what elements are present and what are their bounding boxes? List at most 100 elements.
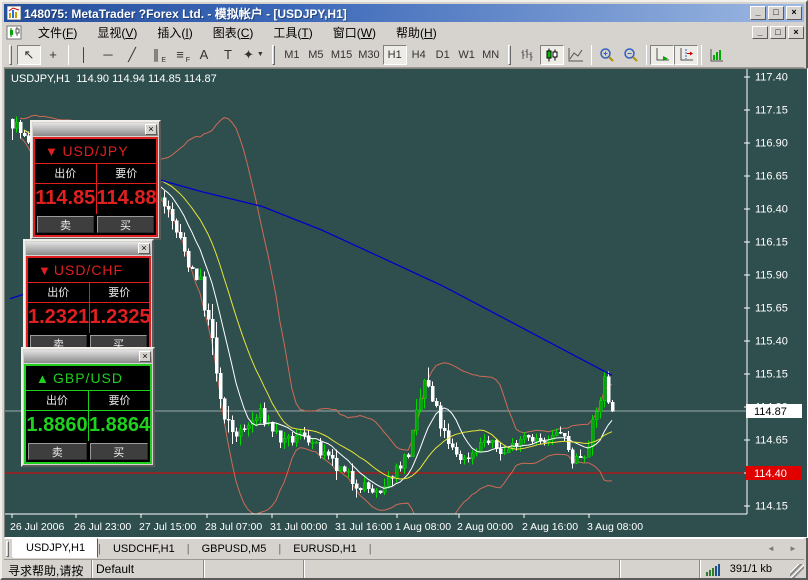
sell-button[interactable]: 卖 — [37, 216, 94, 233]
minimize-button[interactable]: _ — [750, 6, 766, 20]
svg-text:116.65: 116.65 — [755, 171, 788, 183]
toolbar-grip[interactable] — [272, 45, 275, 65]
ask-price: 1.2325 — [89, 303, 150, 333]
zoom-in-icon[interactable] — [595, 45, 619, 65]
quote-pair-label: GBP/USD — [53, 370, 123, 386]
menu-w[interactable]: 窗口(W) — [323, 22, 386, 43]
timeframe-d1-button[interactable]: D1 — [431, 45, 455, 65]
chart-tab-usdchf[interactable]: USDCHF,H1 — [101, 540, 187, 558]
arrows-icon[interactable]: ✦▼ — [240, 45, 267, 65]
crosshair-icon[interactable]: + — [41, 45, 65, 65]
indicators-icon[interactable] — [705, 45, 729, 65]
close-icon[interactable]: × — [145, 124, 157, 135]
horizontal-line-icon[interactable]: ─ — [96, 45, 120, 65]
up-arrow-icon: ▲ — [36, 371, 50, 386]
bid-header: 出价 — [28, 283, 89, 302]
status-profile[interactable]: Default — [92, 560, 204, 578]
application-window: 148075: MetaTrader ?Forex Ltd. - 模拟帐户 - … — [0, 0, 808, 580]
scroll-left-icon[interactable]: ◄ — [762, 542, 780, 557]
menu-h[interactable]: 帮助(H) — [386, 22, 447, 43]
menu-c[interactable]: 图表(C) — [203, 22, 264, 43]
cursor-icon[interactable]: ↖ — [17, 45, 41, 65]
timeframe-mn-button[interactable]: MN — [479, 45, 503, 65]
child-close-button[interactable]: × — [788, 26, 804, 39]
svg-text:28 Jul 07:00: 28 Jul 07:00 — [205, 521, 262, 533]
menu-v[interactable]: 显视(V) — [87, 22, 147, 43]
ask-header: 要价 — [88, 391, 150, 410]
chart-shift-icon[interactable] — [674, 45, 698, 65]
text-label-icon[interactable]: T — [216, 45, 240, 65]
trendline-icon[interactable]: ╱ — [120, 45, 144, 65]
buy-button[interactable]: 买 — [97, 216, 154, 233]
toolbar-grip[interactable] — [9, 45, 12, 65]
menu-t[interactable]: 工具(T) — [263, 22, 322, 43]
ask-price: 1.8864 — [88, 411, 150, 441]
status-connection-area: 391/1 kb — [699, 560, 804, 578]
chart-tab-usdjpy[interactable]: USDJPY,H1 — [13, 538, 98, 558]
down-arrow-icon: ▼ — [45, 144, 59, 159]
svg-text:114.40: 114.40 — [754, 468, 787, 480]
traffic-counter: 391/1 kb — [730, 563, 798, 575]
toolbar-separator — [701, 45, 702, 65]
maximize-button[interactable]: □ — [768, 6, 784, 20]
quote-window-titlebar[interactable]: × — [26, 242, 151, 255]
svg-text:115.15: 115.15 — [755, 369, 788, 381]
status-cell-empty — [304, 560, 620, 578]
auto-scroll-icon[interactable] — [650, 45, 674, 65]
equidistant-channel-icon[interactable]: ∥E — [144, 45, 168, 65]
close-icon[interactable]: × — [139, 351, 151, 362]
svg-text:114.15: 114.15 — [755, 501, 788, 513]
scroll-right-icon[interactable]: ► — [784, 542, 802, 557]
quote-pair-label: USD/CHF — [54, 262, 123, 278]
tabbar-grip[interactable] — [6, 541, 9, 557]
timeframe-m15-button[interactable]: M15 — [328, 45, 355, 65]
ask-header: 要价 — [89, 283, 150, 302]
toolbar-separator — [68, 45, 69, 65]
fibonacci-icon[interactable]: ≡F — [168, 45, 192, 65]
ask-price: 114.88 — [96, 184, 157, 214]
chart-tab-gbpusd[interactable]: GBPUSD,M5 — [190, 540, 279, 558]
timeframe-m5-button[interactable]: M5 — [304, 45, 328, 65]
close-icon[interactable]: × — [138, 243, 150, 254]
quote-window-usdjpy: ×▼USD/JPY出价要价114.85114.88卖买 — [30, 120, 161, 240]
bar-chart-icon[interactable] — [516, 45, 540, 65]
svg-text:114.87: 114.87 — [754, 406, 787, 418]
app-logo-icon — [7, 6, 21, 20]
toolbar-separator — [646, 45, 647, 65]
sell-button[interactable]: 卖 — [28, 443, 87, 460]
candlestick-chart-icon[interactable] — [540, 45, 564, 65]
svg-text:116.15: 116.15 — [755, 237, 788, 249]
line-chart-icon[interactable] — [564, 45, 588, 65]
svg-text:3 Aug 08:00: 3 Aug 08:00 — [587, 521, 643, 533]
resize-grip[interactable] — [790, 564, 804, 578]
timeframe-w1-button[interactable]: W1 — [455, 45, 479, 65]
svg-text:116.40: 116.40 — [755, 204, 788, 216]
bid-price: 1.8860 — [26, 411, 88, 441]
text-icon[interactable]: A — [192, 45, 216, 65]
zoom-out-icon[interactable] — [619, 45, 643, 65]
timeframe-m1-button[interactable]: M1 — [280, 45, 304, 65]
svg-text:115.40: 115.40 — [755, 336, 788, 348]
buy-button[interactable]: 买 — [90, 443, 149, 460]
titlebar: 148075: MetaTrader ?Forex Ltd. - 模拟帐户 - … — [4, 4, 804, 22]
chart-tabbar: USDJPY,H1|USDCHF,H1|GBPUSD,M5|EURUSD,H1|… — [4, 538, 804, 558]
child-minimize-button[interactable]: _ — [752, 26, 768, 39]
quote-window-titlebar[interactable]: × — [33, 123, 158, 136]
toolbar-separator — [591, 45, 592, 65]
svg-text:31 Jul 00:00: 31 Jul 00:00 — [270, 521, 327, 533]
timeframe-h4-button[interactable]: H4 — [407, 45, 431, 65]
timeframe-h1-button[interactable]: H1 — [383, 45, 407, 65]
quote-window-gbpusd: ×▲GBP/USD出价要价1.88601.8864卖买 — [21, 347, 155, 467]
quote-window-titlebar[interactable]: × — [24, 350, 152, 363]
chart-tab-eurusd[interactable]: EURUSD,H1 — [281, 540, 369, 558]
vertical-line-icon[interactable]: │ — [72, 45, 96, 65]
close-button[interactable]: × — [786, 6, 802, 20]
timeframe-m30-button[interactable]: M30 — [355, 45, 382, 65]
svg-text:27 Jul 15:00: 27 Jul 15:00 — [139, 521, 196, 533]
child-restore-button[interactable]: □ — [770, 26, 786, 39]
toolbar: ↖+ │─╱∥E≡FAT✦▼ M1M5M15M30H1H4D1W1MN — [4, 42, 804, 68]
toolbar-grip[interactable] — [508, 45, 511, 65]
menu-i[interactable]: 插入(I) — [147, 22, 202, 43]
menu-f[interactable]: 文件(F) — [28, 22, 87, 43]
svg-text:2 Aug 00:00: 2 Aug 00:00 — [457, 521, 513, 533]
